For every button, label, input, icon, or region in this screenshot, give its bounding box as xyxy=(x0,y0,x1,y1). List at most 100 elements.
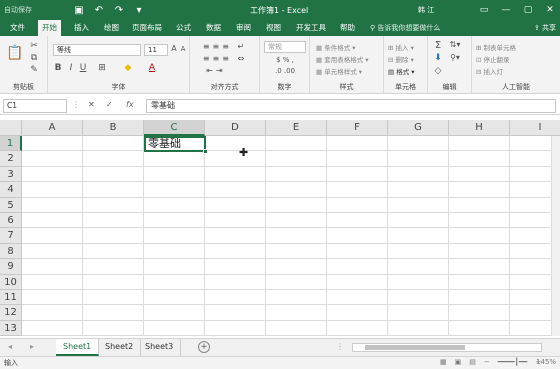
conditional-formatting-button[interactable]: ▦ 条件格式 ▾ xyxy=(316,42,356,52)
redo-icon[interactable]: ↷ xyxy=(112,3,126,17)
delete-cells-button[interactable]: ⊟ 删除 ▾ xyxy=(388,54,414,64)
format-as-table-button[interactable]: ▦ 套用表格格式 ▾ xyxy=(316,54,369,64)
column-header-c[interactable]: C xyxy=(144,120,205,136)
row-header-1[interactable]: 1 xyxy=(0,136,22,152)
row-header-5[interactable]: 5 xyxy=(0,197,22,213)
tab-file[interactable]: 文件 xyxy=(6,20,29,36)
font-size-select[interactable]: 11 xyxy=(144,44,168,56)
cell-styles-button[interactable]: ▦ 单元格样式 ▾ xyxy=(316,66,362,76)
column-header-a[interactable]: A xyxy=(22,120,83,136)
tab-help[interactable]: 帮助 xyxy=(336,20,359,36)
column-header-e[interactable]: E xyxy=(266,120,327,136)
horizontal-scrollbar[interactable] xyxy=(352,343,542,352)
zoom-slider[interactable]: ━━━━┃━━ xyxy=(498,358,528,366)
format-cells-button[interactable]: ▤ 格式 ▾ xyxy=(388,66,415,76)
font-name-select[interactable]: 等线 xyxy=(53,44,141,56)
name-box[interactable]: C1 xyxy=(3,99,67,113)
column-header-i[interactable]: I xyxy=(510,120,560,136)
column-header-b[interactable]: B xyxy=(83,120,144,136)
scroll-thumb[interactable] xyxy=(365,345,465,350)
insert-cells-button[interactable]: ⊞ 插入 ▾ xyxy=(388,42,414,52)
ai-item-3[interactable]: ⊟ 插入灯 xyxy=(476,66,503,76)
insert-function-icon[interactable]: fx xyxy=(126,100,134,109)
paste-icon[interactable]: 📋 xyxy=(6,42,24,64)
column-header-d[interactable]: D xyxy=(205,120,266,136)
active-cell-c1[interactable]: 零基础 xyxy=(144,136,208,154)
minimize-icon[interactable]: — xyxy=(498,2,514,17)
autosum-icon[interactable]: Σ xyxy=(432,40,444,51)
row-header-7[interactable]: 7 xyxy=(0,228,22,244)
shrink-font-icon[interactable]: A xyxy=(179,45,187,53)
customize-qat-icon[interactable]: ▾ xyxy=(132,3,146,17)
row-header-6[interactable]: 6 xyxy=(0,213,22,229)
zoom-level[interactable]: 145% xyxy=(536,358,556,366)
autosave-toggle[interactable]: 自动保存 xyxy=(4,5,32,15)
save-icon[interactable]: ▣ xyxy=(72,3,86,17)
add-sheet-icon[interactable]: + xyxy=(198,341,210,353)
ribbon-options-icon[interactable]: ▭ xyxy=(476,2,492,17)
row-header-12[interactable]: 12 xyxy=(0,305,22,321)
column-header-g[interactable]: G xyxy=(388,120,449,136)
horizontal-align-icons[interactable]: ≡≡≡ ⇔ xyxy=(196,54,254,63)
sheet-tab-1[interactable]: Sheet1 xyxy=(56,339,100,356)
vertical-align-icons[interactable]: ≡≡≡ ↵ xyxy=(196,42,254,51)
font-color-icon[interactable]: A xyxy=(146,63,158,73)
row-header-11[interactable]: 11 xyxy=(0,290,22,306)
sort-filter-icon[interactable]: ⇅▾ xyxy=(448,40,462,49)
select-all-corner[interactable] xyxy=(0,120,22,136)
row-header-3[interactable]: 3 xyxy=(0,166,22,183)
tab-formulas[interactable]: 公式 xyxy=(172,20,195,36)
cut-icon[interactable]: ✂ xyxy=(28,40,40,52)
currency-percent-icons[interactable]: $ % , xyxy=(264,56,306,64)
tab-developer[interactable]: 开发工具 xyxy=(292,20,330,36)
fill-handle[interactable] xyxy=(203,149,208,154)
bold-icon[interactable]: B xyxy=(53,63,63,73)
zoom-out-icon[interactable]: − xyxy=(484,358,490,366)
page-break-view-icon[interactable]: ▤ xyxy=(469,358,476,366)
vertical-scrollbar[interactable] xyxy=(551,136,560,336)
undo-icon[interactable]: ↶ xyxy=(92,3,106,17)
formula-input[interactable]: 零基础 xyxy=(146,99,556,113)
tab-split-icon[interactable]: ⋮ xyxy=(336,342,344,351)
italic-icon[interactable]: I xyxy=(66,63,76,73)
tab-insert[interactable]: 插入 xyxy=(70,20,93,36)
tab-data[interactable]: 数据 xyxy=(202,20,225,36)
row-header-10[interactable]: 10 xyxy=(0,274,22,290)
cancel-entry-icon[interactable]: ✕ xyxy=(88,100,95,109)
grow-font-icon[interactable]: A xyxy=(170,44,178,53)
ai-item-1[interactable]: ⊞ 制表单元格 xyxy=(476,42,516,52)
find-select-icon[interactable]: ⚲▾ xyxy=(448,53,462,62)
normal-view-icon[interactable]: ▦ xyxy=(440,358,447,366)
maximize-icon[interactable]: ▢ xyxy=(520,2,536,17)
ai-item-2[interactable]: ⊡ 停止翻录 xyxy=(476,54,510,64)
tab-home[interactable]: 开始 xyxy=(38,20,61,36)
sheet-tab-3[interactable]: Sheet3 xyxy=(138,339,182,356)
row-header-9[interactable]: 9 xyxy=(0,259,22,275)
column-header-f[interactable]: F xyxy=(327,120,388,136)
share-button[interactable]: ⇪ 共享 xyxy=(534,20,556,36)
number-format-select[interactable]: 常规 xyxy=(264,41,306,53)
fill-color-icon[interactable]: ◆ xyxy=(122,63,134,73)
fill-icon[interactable]: ⬇ xyxy=(432,53,444,63)
underline-icon[interactable]: U xyxy=(78,63,88,73)
user-name[interactable]: 韩 江 xyxy=(418,5,434,15)
page-layout-view-icon[interactable]: ▣ xyxy=(455,358,462,366)
tab-page-layout[interactable]: 页面布局 xyxy=(128,20,166,36)
tab-draw[interactable]: 绘图 xyxy=(100,20,123,36)
decimal-icons[interactable]: .0 .00 xyxy=(264,67,306,75)
next-sheet-icon[interactable]: ▸ xyxy=(30,342,34,351)
row-header-2[interactable]: 2 xyxy=(0,151,22,167)
tab-view[interactable]: 视图 xyxy=(262,20,285,36)
indent-icons[interactable]: ⇤⇥ xyxy=(196,66,236,75)
row-header-8[interactable]: 8 xyxy=(0,243,22,260)
copy-icon[interactable]: ⧉ xyxy=(28,52,40,64)
row-header-13[interactable]: 13 xyxy=(0,320,22,336)
clear-icon[interactable]: ◇ xyxy=(432,66,444,76)
prev-sheet-icon[interactable]: ◂ xyxy=(8,342,12,351)
format-painter-icon[interactable]: ✎ xyxy=(28,64,40,76)
confirm-entry-icon[interactable]: ✓ xyxy=(106,100,113,109)
sheet-tab-2[interactable]: Sheet2 xyxy=(98,339,142,356)
tell-me-search[interactable]: ⚲ 告诉我你想要做什么 xyxy=(370,20,440,36)
tab-review[interactable]: 审阅 xyxy=(232,20,255,36)
row-header-4[interactable]: 4 xyxy=(0,182,22,198)
